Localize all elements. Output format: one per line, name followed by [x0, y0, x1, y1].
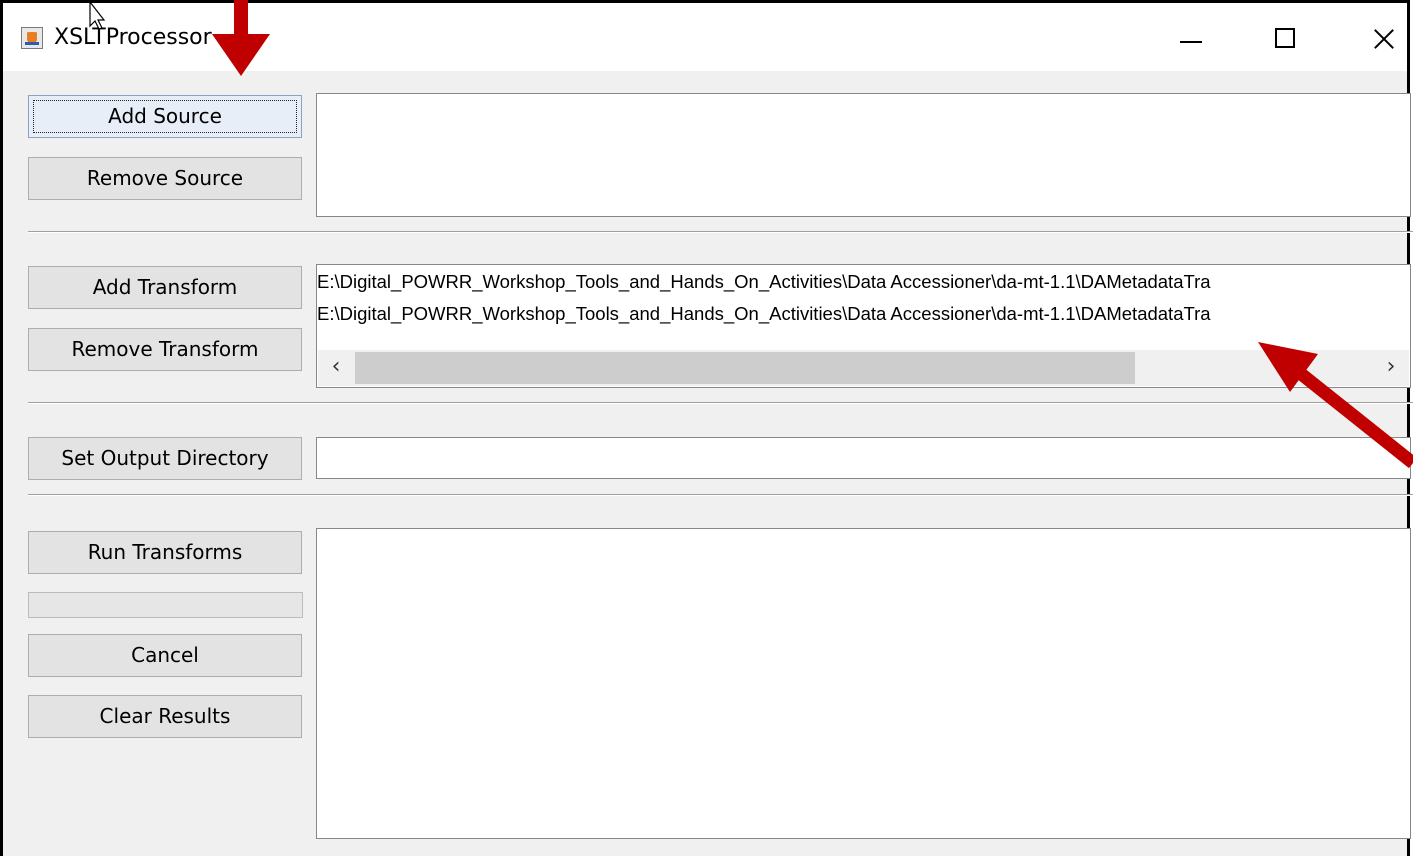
progress-bar	[28, 592, 303, 618]
remove-transform-button[interactable]: Remove Transform	[28, 328, 302, 371]
horizontal-scrollbar[interactable]: ‹ ›	[318, 350, 1409, 386]
remove-source-button[interactable]: Remove Source	[28, 157, 302, 200]
close-icon[interactable]	[1363, 19, 1403, 59]
add-transform-button[interactable]: Add Transform	[28, 266, 302, 309]
java-coffee-icon	[21, 27, 43, 49]
separator	[28, 402, 1413, 404]
add-source-button[interactable]: Add Source	[28, 95, 302, 138]
separator	[28, 494, 1413, 496]
title-bar: XSLTProcessor	[3, 3, 1407, 71]
scrollbar-thumb[interactable]	[355, 352, 1135, 384]
clear-results-button[interactable]: Clear Results	[28, 695, 302, 738]
chevron-left-icon[interactable]: ‹	[318, 350, 354, 386]
cancel-button[interactable]: Cancel	[28, 634, 302, 677]
separator	[28, 231, 1413, 233]
list-item[interactable]: E:\Digital_POWRR_Workshop_Tools_and_Hand…	[317, 303, 1211, 325]
transform-list[interactable]: E:\Digital_POWRR_Workshop_Tools_and_Hand…	[316, 264, 1411, 388]
maximize-icon[interactable]	[1265, 19, 1305, 59]
xslt-processor-window: XSLTProcessor Add Source Remove Source A…	[0, 0, 1413, 856]
minimize-icon[interactable]	[1168, 19, 1208, 59]
run-transforms-button[interactable]: Run Transforms	[28, 531, 302, 574]
add-source-label: Add Source	[108, 104, 222, 128]
window-title: XSLTProcessor	[54, 25, 212, 50]
output-directory-field[interactable]	[316, 437, 1411, 479]
set-output-directory-button[interactable]: Set Output Directory	[28, 437, 302, 480]
source-list[interactable]	[316, 93, 1411, 217]
results-area[interactable]	[316, 528, 1411, 839]
chevron-right-icon[interactable]: ›	[1373, 350, 1409, 386]
list-item[interactable]: E:\Digital_POWRR_Workshop_Tools_and_Hand…	[317, 271, 1211, 293]
